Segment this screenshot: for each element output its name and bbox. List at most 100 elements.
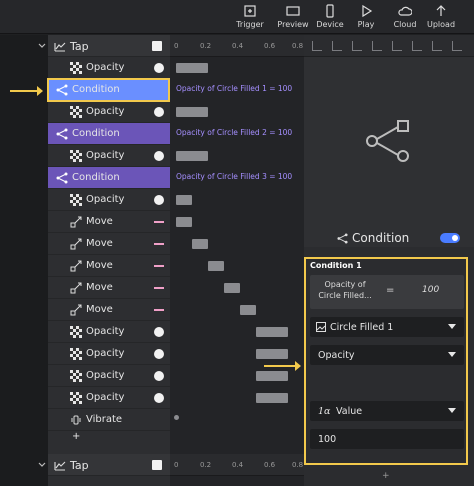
add-layer-button[interactable]: +	[48, 431, 170, 445]
timeline-bar[interactable]	[256, 371, 288, 381]
layer-row[interactable]: Vibrate	[48, 409, 170, 431]
tap-icon	[54, 42, 66, 52]
align-bottom-icon[interactable]	[412, 41, 422, 51]
distribute-h-icon[interactable]	[432, 41, 442, 51]
vibrate-marker[interactable]	[174, 415, 179, 420]
layer-panel: Tap Opacity Condition Opacity Condition …	[38, 35, 170, 486]
value-type-select[interactable]: 1α Value	[310, 401, 464, 421]
layer-row[interactable]: Opacity	[48, 343, 170, 365]
layer-row[interactable]: Opacity	[48, 321, 170, 343]
condition-summary[interactable]: Opacity of Circle Filled... = 100	[310, 275, 464, 309]
align-middle-icon[interactable]	[392, 41, 402, 51]
timeline-bar[interactable]	[176, 151, 208, 161]
layer-swatch	[152, 41, 162, 51]
align-right-icon[interactable]	[352, 41, 362, 51]
move-icon	[70, 304, 82, 316]
timeline-bar[interactable]	[224, 283, 240, 293]
move-icon	[70, 260, 82, 272]
tap-trigger-row[interactable]: Tap	[38, 454, 170, 476]
layer-select[interactable]: Circle Filled 1	[310, 317, 464, 337]
left-gutter	[0, 35, 48, 486]
value-input[interactable]: 100	[310, 429, 464, 449]
timeline-ruler[interactable]: 0 0.2 0.4 0.6 0.8	[170, 454, 304, 476]
condition-icon	[337, 233, 348, 244]
opacity-icon	[70, 150, 82, 162]
layer-row[interactable]: Move	[48, 299, 170, 321]
timeline-bar[interactable]	[240, 305, 256, 315]
preview-icon	[286, 6, 300, 16]
top-toolbar: Trigger Preview Device Play Cloud Upload	[0, 0, 474, 34]
cloud-button[interactable]: Cloud	[385, 4, 425, 29]
layer-dot	[154, 195, 164, 205]
layer-dot	[154, 63, 164, 73]
condition-toggle[interactable]	[440, 233, 460, 243]
condition-settings: Condition 1 Opacity of Circle Filled... …	[304, 257, 468, 465]
timeline-bar[interactable]	[192, 239, 208, 249]
layer-row[interactable]: Opacity	[48, 101, 170, 123]
timeline-bar[interactable]	[176, 195, 192, 205]
timeline-bar[interactable]	[176, 107, 208, 117]
chevron-down-icon[interactable]	[38, 462, 46, 468]
timeline-bar[interactable]	[256, 349, 288, 359]
inspector-title: Condition	[304, 225, 474, 251]
layer-dash	[154, 243, 164, 245]
trigger-button[interactable]: Trigger	[230, 4, 270, 29]
layer-dot	[154, 107, 164, 117]
layer-row[interactable]: Opacity	[48, 387, 170, 409]
chevron-down-icon[interactable]	[38, 43, 46, 49]
timeline-ruler[interactable]: 0 0.2 0.4 0.6 0.8	[170, 35, 304, 57]
layer-row[interactable]: Opacity	[48, 365, 170, 387]
layer-row[interactable]: Move	[48, 277, 170, 299]
layer-dot	[154, 393, 164, 403]
opacity-icon	[70, 326, 82, 338]
opacity-icon	[70, 62, 82, 74]
layer-row[interactable]: Move	[48, 233, 170, 255]
timeline-bar[interactable]	[256, 393, 288, 403]
upload-icon	[436, 5, 446, 16]
move-icon	[70, 282, 82, 294]
condition-icon	[56, 172, 68, 184]
add-condition-button[interactable]: +	[382, 471, 390, 481]
alignment-toolbar	[304, 35, 474, 57]
device-icon	[326, 4, 334, 18]
condition-row[interactable]: Condition	[48, 123, 170, 145]
chevron-down-icon	[448, 324, 456, 329]
upload-button[interactable]: Upload	[421, 4, 461, 29]
tap-icon	[54, 461, 66, 471]
distribute-v-icon[interactable]	[452, 41, 462, 51]
preview-button[interactable]: Preview	[273, 4, 313, 29]
align-center-icon[interactable]	[332, 41, 342, 51]
opacity-icon	[70, 370, 82, 382]
tap-trigger-row[interactable]: Tap	[38, 35, 170, 57]
layer-dot	[154, 349, 164, 359]
layer-dot	[154, 371, 164, 381]
layer-row[interactable]: Opacity	[48, 189, 170, 211]
layer-dot	[154, 327, 164, 337]
timeline-bar[interactable]	[176, 217, 192, 227]
play-button[interactable]: Play	[346, 4, 386, 29]
timeline-condition: Opacity of Circle Filled 1 = 100	[176, 84, 293, 93]
layer-row[interactable]: Opacity	[48, 145, 170, 167]
align-left-icon[interactable]	[312, 41, 322, 51]
opacity-icon	[70, 392, 82, 404]
value-type-icon: 1α	[318, 406, 331, 417]
layer-row[interactable]: Move	[48, 255, 170, 277]
device-button[interactable]: Device	[310, 4, 350, 29]
cloud-icon	[398, 6, 412, 16]
layer-dash	[154, 221, 164, 223]
property-select[interactable]: Opacity	[310, 345, 464, 365]
layer-dash	[154, 309, 164, 311]
timeline-bar[interactable]	[208, 261, 224, 271]
align-top-icon[interactable]	[372, 41, 382, 51]
layer-dot	[154, 151, 164, 161]
annotation-arrow	[10, 86, 43, 96]
layer-dash	[154, 287, 164, 289]
layer-swatch	[152, 460, 162, 470]
timeline-bar[interactable]	[176, 63, 208, 73]
timeline-bar[interactable]	[256, 327, 288, 337]
move-icon	[70, 238, 82, 250]
layer-row[interactable]: Move	[48, 211, 170, 233]
condition-row[interactable]: Condition	[48, 167, 170, 189]
opacity-icon	[70, 106, 82, 118]
layer-row[interactable]: Opacity	[48, 57, 170, 79]
